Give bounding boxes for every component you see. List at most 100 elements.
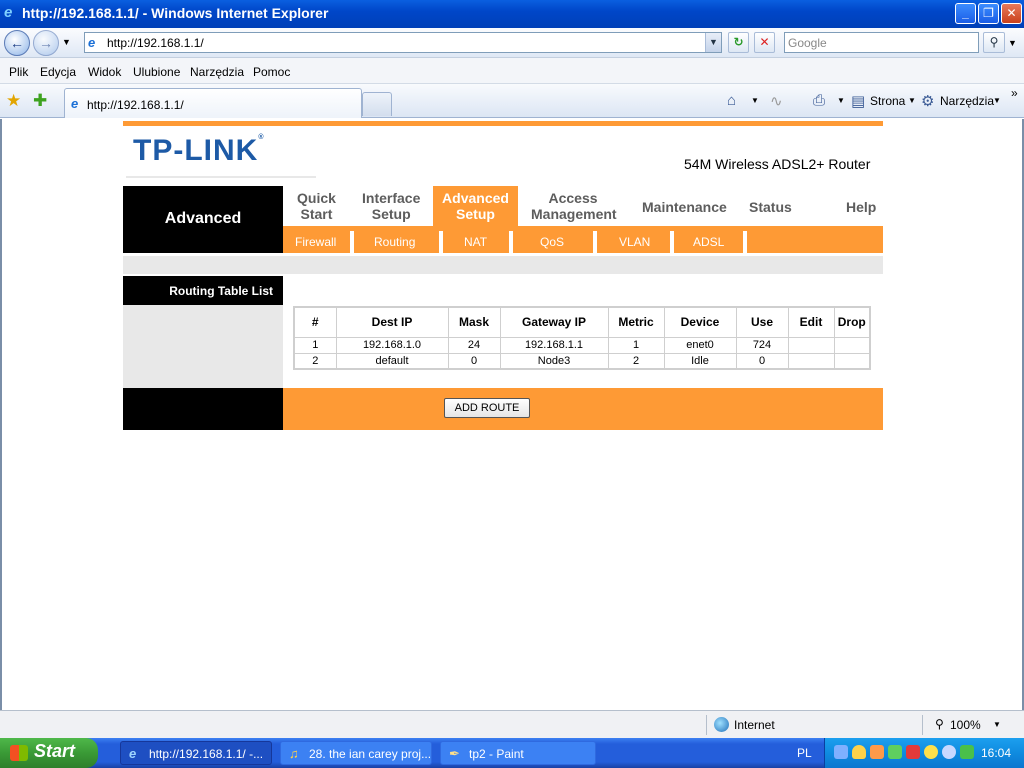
- zoom-icon: ⚲: [935, 717, 944, 731]
- home-icon[interactable]: ⌂: [727, 92, 736, 109]
- page-dropdown-icon[interactable]: ▼: [908, 96, 916, 105]
- back-button[interactable]: ←: [4, 30, 30, 56]
- col-header: Gateway IP: [499, 306, 609, 338]
- stop-button[interactable]: ✕: [754, 32, 775, 53]
- address-dropdown-icon[interactable]: ▼: [705, 33, 721, 52]
- cell: 0: [735, 352, 789, 370]
- new-tab-button[interactable]: [362, 92, 392, 116]
- router-model: 54M Wireless ADSL2+ Router: [684, 156, 871, 172]
- music-task-icon: ♫: [289, 746, 299, 761]
- subnav-qos[interactable]: QoS: [540, 235, 564, 249]
- tray-app-icon[interactable]: [924, 745, 938, 759]
- cell: 0: [447, 352, 501, 370]
- edit-cell: [787, 336, 835, 354]
- window-title: http://192.168.1.1/ - Windows Internet E…: [22, 5, 329, 21]
- search-options-icon[interactable]: ▼: [1008, 38, 1017, 48]
- more-chevron-icon[interactable]: »: [1011, 86, 1018, 100]
- subnav-routing[interactable]: Routing: [374, 235, 415, 249]
- nav-status[interactable]: Status: [749, 199, 792, 215]
- zoom-dropdown-icon[interactable]: ▼: [993, 720, 1001, 729]
- security-shield-icon[interactable]: [852, 745, 866, 759]
- add-favorite-icon[interactable]: ✚: [33, 91, 47, 111]
- zoom-level[interactable]: 100%: [950, 718, 981, 732]
- task-paint[interactable]: ✒ tp2 - Paint: [440, 741, 596, 765]
- tools-menu[interactable]: Narzędzia: [940, 94, 994, 108]
- tab-current[interactable]: e http://192.168.1.1/: [64, 88, 362, 118]
- nav-maintenance[interactable]: Maintenance: [642, 199, 727, 215]
- menu-edit[interactable]: Edycja: [40, 65, 76, 79]
- network-icon[interactable]: [834, 745, 848, 759]
- clock: 16:04: [981, 746, 1012, 760]
- search-input[interactable]: Google: [784, 32, 979, 53]
- nav-quick-start[interactable]: Quick Start: [297, 190, 336, 222]
- cell: Idle: [663, 352, 737, 370]
- task-music-player[interactable]: ♫ 28. the ian carey proj...: [280, 741, 432, 765]
- close-button[interactable]: ✕: [1001, 3, 1022, 24]
- restore-button[interactable]: ❐: [978, 3, 999, 24]
- subnav-firewall[interactable]: Firewall: [295, 235, 336, 249]
- favorites-star-icon[interactable]: ★: [6, 91, 21, 111]
- nav-help[interactable]: Help: [846, 199, 876, 215]
- tab-bar: ★ ✚ e http://192.168.1.1/ ⌂ ▼ ∿ ⎙ ▼ ▤ St…: [0, 84, 1024, 118]
- page-icon: e: [88, 35, 96, 50]
- col-header: Device: [663, 306, 737, 338]
- subnav-nat[interactable]: NAT: [464, 235, 487, 249]
- cell: Node3: [499, 352, 609, 370]
- footer-bar: [283, 388, 883, 430]
- logo-underline: [126, 176, 316, 178]
- page-menu[interactable]: Strona: [870, 94, 905, 108]
- antivirus-icon[interactable]: [906, 745, 920, 759]
- cell: 2: [607, 352, 665, 370]
- ie-logo-icon: e: [4, 4, 13, 21]
- col-header: Use: [735, 306, 789, 338]
- refresh-button[interactable]: ↻: [728, 32, 749, 53]
- minimize-button[interactable]: _: [955, 3, 976, 24]
- home-dropdown-icon[interactable]: ▼: [751, 96, 759, 105]
- address-url: http://192.168.1.1/: [107, 36, 204, 50]
- print-dropdown-icon[interactable]: ▼: [837, 96, 845, 105]
- task-label: http://192.168.1.1/ -...: [149, 747, 264, 761]
- menu-tools[interactable]: Narzędzia: [190, 65, 244, 79]
- nav-interface-setup[interactable]: Interface Setup: [362, 190, 420, 222]
- nav-advanced-setup-l2: Setup: [456, 206, 495, 222]
- nav-advanced-setup[interactable]: Advanced Setup: [433, 186, 518, 226]
- title-bar: e http://192.168.1.1/ - Windows Internet…: [0, 0, 1024, 28]
- history-dropdown-icon[interactable]: ▼: [62, 37, 71, 47]
- task-ie-window[interactable]: e http://192.168.1.1/ -...: [120, 741, 272, 765]
- security-zone[interactable]: Internet: [734, 718, 775, 732]
- tray-app-icon[interactable]: [888, 745, 902, 759]
- subnav-separator: [743, 231, 747, 253]
- cell: default: [335, 352, 449, 370]
- nav-interface-setup-l1: Interface: [362, 190, 421, 206]
- search-icon[interactable]: ⚲: [983, 32, 1005, 53]
- menu-view[interactable]: Widok: [88, 65, 121, 79]
- tray-app-icon[interactable]: [870, 745, 884, 759]
- routing-table-heading: Routing Table List: [123, 276, 283, 305]
- language-indicator[interactable]: PL: [797, 746, 812, 760]
- forward-button[interactable]: →: [33, 30, 59, 56]
- table-row: 2 default 0 Node3 2 Idle 0: [293, 352, 871, 370]
- print-icon[interactable]: ⎙: [813, 92, 825, 109]
- subnav-adsl[interactable]: ADSL: [693, 235, 724, 249]
- subnav-vlan[interactable]: VLAN: [619, 235, 650, 249]
- start-button[interactable]: Start: [0, 738, 98, 768]
- feeds-icon[interactable]: ∿: [770, 92, 783, 110]
- tp-link-logo: TP-LINK®: [133, 134, 265, 168]
- tray-app-icon[interactable]: [942, 745, 956, 759]
- address-field[interactable]: e http://192.168.1.1/ ▼: [84, 32, 722, 53]
- menu-file[interactable]: Plik: [9, 65, 28, 79]
- menu-favorites[interactable]: Ulubione: [133, 65, 180, 79]
- cell: 1: [607, 336, 665, 354]
- nav-interface-setup-l2: Setup: [371, 206, 411, 222]
- subnav-separator: [670, 231, 674, 253]
- side-panel: [123, 305, 283, 388]
- footer-left: [123, 388, 283, 430]
- tools-dropdown-icon[interactable]: ▼: [993, 96, 1001, 105]
- add-route-button[interactable]: ADD ROUTE: [444, 398, 530, 418]
- col-header: Dest IP: [335, 306, 449, 338]
- nav-quick-start-l1: Quick: [297, 190, 336, 206]
- menu-help[interactable]: Pomoc: [253, 65, 290, 79]
- nav-access-management[interactable]: Access Management: [531, 190, 617, 222]
- tray-app-icon[interactable]: [960, 745, 974, 759]
- ie-task-icon: e: [129, 746, 137, 761]
